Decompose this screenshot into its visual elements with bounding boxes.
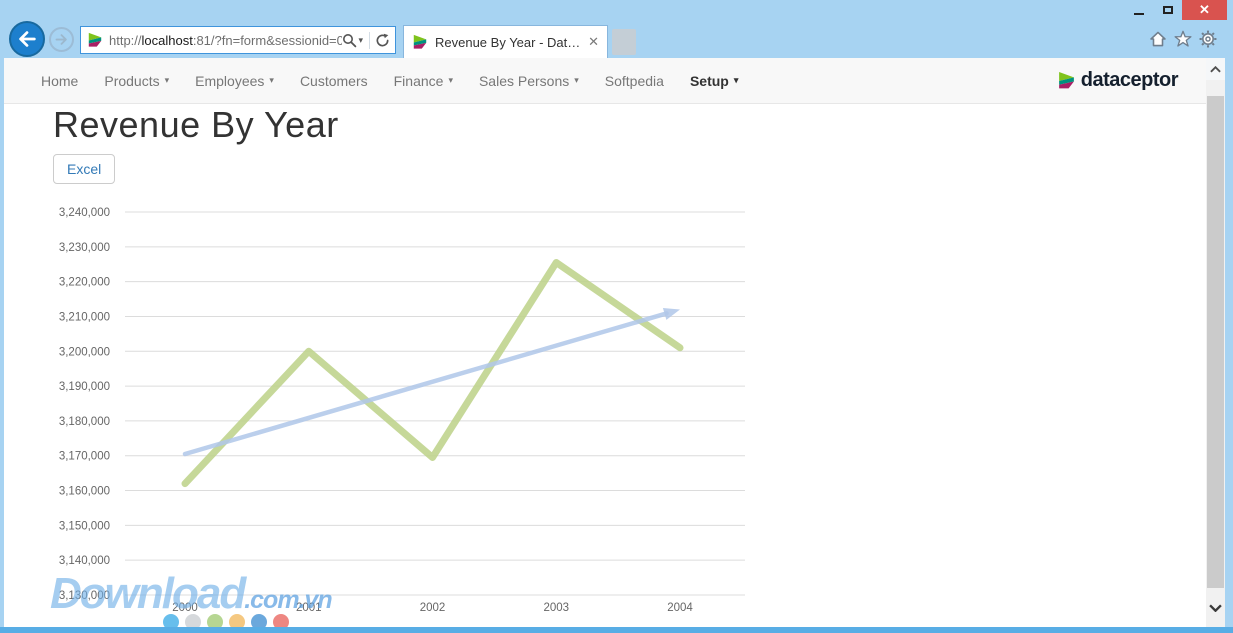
svg-text:2001: 2001: [296, 602, 322, 614]
arrow-right-icon: [54, 32, 69, 47]
svg-text:3,200,000: 3,200,000: [59, 346, 110, 358]
watermark-dot: [163, 614, 179, 627]
watermark-dot: [229, 614, 245, 627]
nav-item-label: Employees: [195, 73, 264, 89]
svg-text:3,150,000: 3,150,000: [59, 520, 110, 532]
svg-text:3,230,000: 3,230,000: [59, 242, 110, 254]
settings-gear-icon[interactable]: [1198, 29, 1217, 48]
chevron-up-icon: [1210, 66, 1221, 73]
watermark-bar: [0, 627, 1233, 633]
chevron-down-icon: ▾: [734, 75, 739, 86]
svg-text:2000: 2000: [172, 602, 198, 614]
nav-item-customers[interactable]: Customers: [287, 58, 381, 103]
nav-item-label: Home: [41, 73, 78, 89]
url-rest: :81/?fn=form&sessionid=04A: [193, 33, 343, 48]
address-bar[interactable]: http://localhost:81/?fn=form&sessionid=0…: [80, 26, 396, 54]
vertical-scrollbar[interactable]: [1206, 58, 1225, 627]
svg-text:3,240,000: 3,240,000: [59, 207, 110, 219]
tab-title: Revenue By Year - Datacept...: [435, 35, 582, 50]
chrome-toolbar-icons: [1148, 29, 1217, 48]
nav-item-setup[interactable]: Setup ▾: [677, 58, 751, 103]
search-dropdown-caret-icon[interactable]: ▾: [358, 35, 363, 46]
svg-text:2003: 2003: [543, 602, 569, 614]
new-tab-button[interactable]: [612, 29, 636, 55]
svg-text:3,130,000: 3,130,000: [59, 590, 110, 602]
watermark-dot: [251, 614, 267, 627]
nav-item-softpedia[interactable]: Softpedia: [592, 58, 677, 103]
page-title: Revenue By Year: [53, 104, 339, 146]
refresh-icon[interactable]: [375, 33, 390, 48]
window-controls: ✕: [1124, 0, 1227, 20]
address-bar-divider: [369, 32, 370, 49]
excel-button[interactable]: Excel: [53, 154, 115, 184]
url-host: localhost: [142, 33, 193, 48]
brand-logo[interactable]: dataceptor: [1057, 58, 1178, 103]
url-scheme: http://: [109, 33, 142, 48]
search-icon[interactable]: [342, 33, 357, 48]
nav-item-label: Customers: [300, 73, 368, 89]
browser-chrome: http://localhost:81/?fn=form&sessionid=0…: [0, 0, 1233, 58]
revenue-line-chart: 3,240,000 3,230,000 3,220,000 3,210,000 3,20…: [40, 195, 760, 615]
favorites-star-icon[interactable]: [1173, 29, 1192, 48]
forward-button[interactable]: [49, 27, 74, 52]
svg-text:3,220,000: 3,220,000: [59, 277, 110, 289]
page-content: Home Products ▾ Employees ▾ Customers Finance ▾…: [4, 58, 1206, 627]
nav-items: Home Products ▾ Employees ▾ Customers Finance ▾…: [28, 58, 751, 103]
tab-favicon: [412, 34, 428, 50]
watermark-dot: [273, 614, 289, 627]
chevron-down-icon: [1209, 604, 1222, 612]
scroll-up-button[interactable]: [1206, 58, 1225, 80]
nav-item-finance[interactable]: Finance ▾: [381, 58, 466, 103]
nav-item-label: Softpedia: [605, 73, 664, 89]
back-button[interactable]: [9, 21, 45, 57]
site-favicon: [87, 32, 103, 48]
minimize-button[interactable]: [1124, 0, 1153, 20]
nav-item-label: Setup: [690, 73, 729, 89]
svg-text:3,210,000: 3,210,000: [59, 311, 110, 323]
nav-item-label: Products: [104, 73, 159, 89]
nav-item-products[interactable]: Products ▾: [91, 58, 182, 103]
scroll-down-button[interactable]: [1206, 597, 1225, 619]
watermark-dot: [185, 614, 201, 627]
svg-text:2002: 2002: [420, 602, 446, 614]
chevron-down-icon: ▾: [165, 75, 170, 86]
svg-text:3,190,000: 3,190,000: [59, 381, 110, 393]
chevron-down-icon: ▾: [574, 75, 579, 86]
nav-item-employees[interactable]: Employees ▾: [182, 58, 287, 103]
nav-item-sales-persons[interactable]: Sales Persons ▾: [466, 58, 592, 103]
maximize-button[interactable]: [1153, 0, 1182, 20]
site-navbar: Home Products ▾ Employees ▾ Customers Finance ▾…: [4, 58, 1206, 104]
minimize-icon: [1134, 13, 1144, 15]
nav-item-label: Sales Persons: [479, 73, 569, 89]
arrow-left-icon: [16, 28, 38, 50]
svg-text:3,140,000: 3,140,000: [59, 555, 110, 567]
chevron-down-icon: ▾: [269, 75, 274, 86]
browser-window: http://localhost:81/?fn=form&sessionid=0…: [0, 0, 1233, 633]
close-button[interactable]: ✕: [1182, 0, 1227, 20]
home-icon[interactable]: [1148, 29, 1167, 48]
nav-item-home[interactable]: Home: [28, 58, 91, 103]
svg-text:3,180,000: 3,180,000: [59, 416, 110, 428]
tab-close-icon[interactable]: ✕: [588, 34, 599, 50]
url-input[interactable]: http://localhost:81/?fn=form&sessionid=0…: [109, 33, 342, 48]
chevron-down-icon: ▾: [448, 75, 453, 86]
nav-item-label: Finance: [394, 73, 444, 89]
scrollbar-thumb[interactable]: [1207, 96, 1224, 588]
brand-name: dataceptor: [1081, 69, 1178, 92]
watermark-dot: [207, 614, 223, 627]
svg-text:2004: 2004: [667, 602, 693, 614]
svg-text:3,160,000: 3,160,000: [59, 486, 110, 498]
browser-tab[interactable]: Revenue By Year - Datacept... ✕: [403, 25, 608, 58]
svg-text:3,170,000: 3,170,000: [59, 451, 110, 463]
maximize-icon: [1163, 6, 1173, 14]
dataceptor-icon: [1057, 71, 1076, 90]
